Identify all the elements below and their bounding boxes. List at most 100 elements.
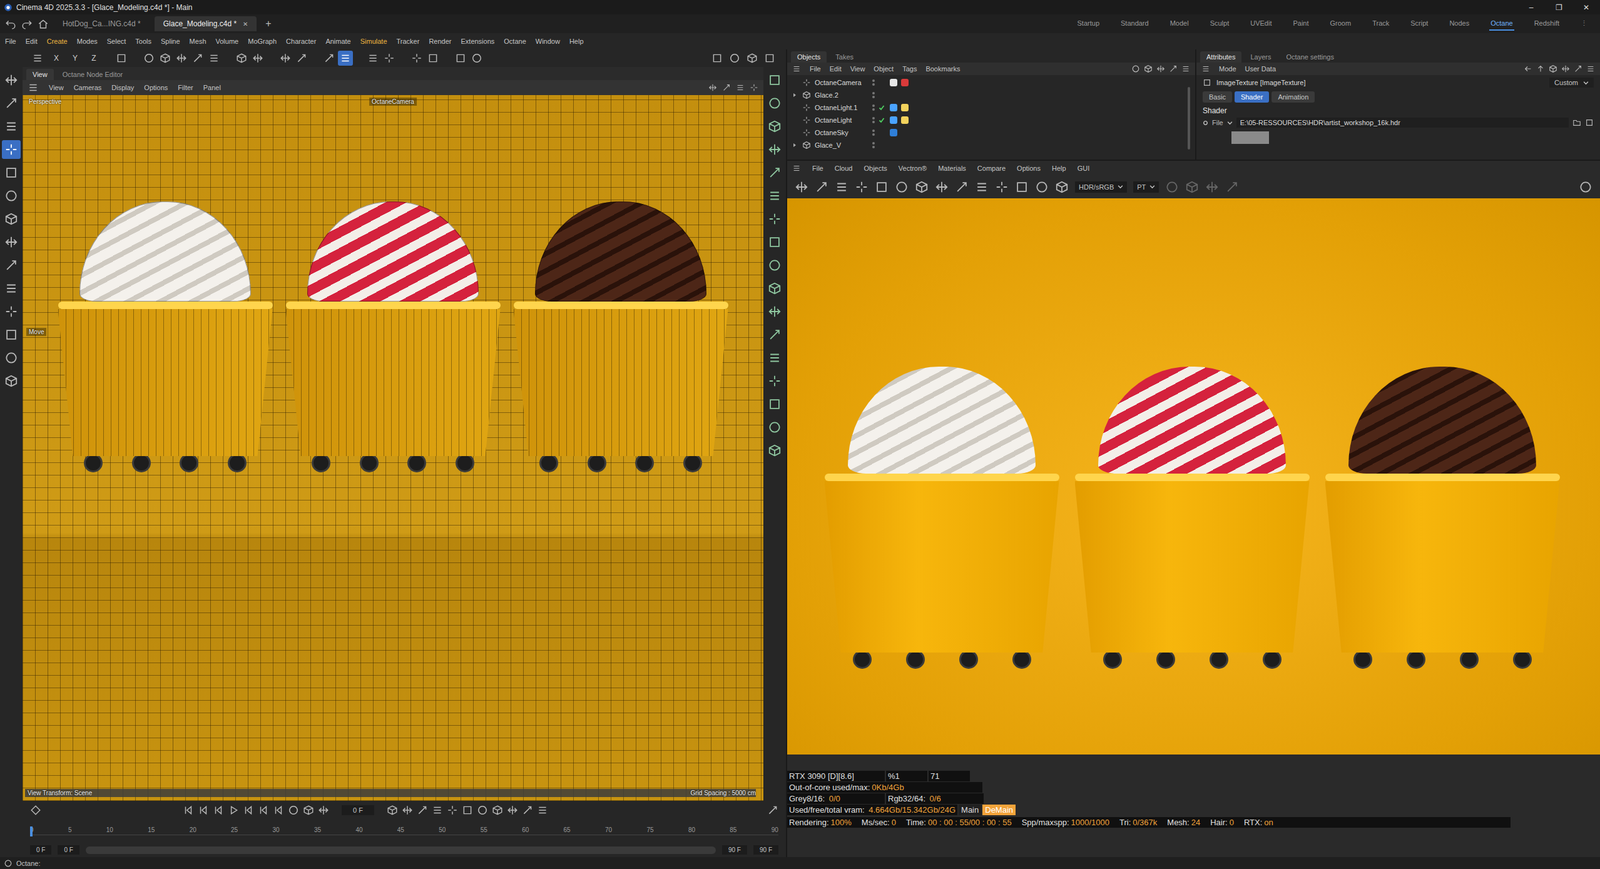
visibility-toggle[interactable] — [872, 129, 875, 136]
panel-tab[interactable]: Octane settings — [1280, 51, 1341, 63]
color-space-dropdown[interactable]: HDR/sRGB — [1075, 181, 1127, 193]
toolbar-button[interactable] — [365, 50, 381, 66]
layout-more-button[interactable]: ⋮ — [1579, 16, 1589, 31]
viewport-canvas[interactable]: PerspectiveOctaneCameraMoveView Transfor… — [22, 95, 764, 801]
menu-item[interactable]: Help — [569, 37, 584, 46]
octane-logo-icon[interactable] — [1578, 180, 1593, 194]
home-icon[interactable] — [37, 18, 49, 30]
layout-tab[interactable]: Sculpt — [1208, 16, 1231, 31]
visibility-toggle[interactable] — [872, 104, 875, 111]
menu-item[interactable]: MoGraph — [247, 37, 277, 46]
tool-button[interactable] — [1, 93, 21, 113]
viewer-tool-icon[interactable] — [834, 180, 849, 194]
object-tag[interactable] — [901, 116, 909, 124]
attribute-tool-icon[interactable] — [1561, 64, 1570, 74]
navigate-icon[interactable] — [708, 83, 718, 92]
viewer-menu-item[interactable]: File — [812, 164, 824, 173]
tool-button[interactable] — [1, 163, 21, 183]
toolbar-button[interactable] — [206, 50, 222, 66]
viewport-tab[interactable]: Octane Node Editor — [56, 68, 130, 81]
current-frame-field[interactable]: 0 F — [341, 805, 375, 816]
transport-icon[interactable] — [197, 804, 209, 816]
active-camera-label[interactable]: OctaneCamera — [369, 97, 417, 106]
tool-button[interactable] — [1, 70, 21, 90]
viewer-tool-icon[interactable] — [914, 180, 929, 194]
menu-item[interactable]: Octane — [503, 37, 526, 46]
viewer-tool-icon[interactable] — [1185, 180, 1199, 194]
viewer-tool-icon[interactable] — [814, 180, 829, 194]
panel-tab[interactable]: Attributes — [1200, 51, 1242, 63]
menu-item[interactable]: Tools — [135, 37, 152, 46]
axis-lock-button[interactable]: X — [48, 53, 64, 63]
octane-tool-button[interactable] — [765, 186, 785, 206]
toolbar-button[interactable] — [709, 50, 725, 66]
ice-cream-model[interactable] — [513, 201, 729, 473]
panel-menu-item[interactable]: Object — [873, 65, 894, 73]
octane-tool-button[interactable] — [765, 117, 785, 136]
octane-tool-button[interactable] — [765, 93, 785, 113]
object-name[interactable]: Glace.2 — [814, 91, 869, 99]
object-tag[interactable] — [889, 116, 898, 124]
viewport-menu-item[interactable]: Filter — [177, 83, 193, 92]
menu-item[interactable]: Animate — [325, 37, 351, 46]
panel-menu-item[interactable]: File — [809, 65, 821, 73]
preset-dropdown[interactable]: Custom — [1549, 77, 1594, 88]
enabled-check-icon[interactable] — [878, 117, 885, 124]
viewer-tool-icon[interactable] — [874, 180, 889, 194]
octane-tool-button[interactable] — [765, 348, 785, 368]
viewer-tool-icon[interactable] — [1054, 180, 1069, 194]
search-filter-icon[interactable] — [1181, 64, 1191, 74]
layout-tab[interactable]: Octane — [1489, 16, 1514, 31]
toolbar-button[interactable] — [469, 50, 485, 66]
toolbar-button[interactable] — [727, 50, 743, 66]
keyframe-icon[interactable] — [30, 804, 42, 816]
layout-tab[interactable]: Startup — [1076, 16, 1101, 31]
layout-tab[interactable]: Nodes — [1447, 16, 1471, 31]
toolbar-button[interactable] — [157, 50, 173, 66]
viewer-menu-item[interactable]: Vectron® — [898, 164, 927, 173]
loop-icon[interactable] — [317, 804, 330, 816]
window-control[interactable]: ❐ — [1544, 3, 1573, 12]
object-row[interactable]: OctaneSky — [792, 126, 1182, 139]
toolbar-button[interactable] — [381, 50, 397, 66]
expand-arrow-icon[interactable] — [792, 92, 798, 98]
document-tab[interactable]: Glace_Modeling.c4d *✕ — [154, 16, 257, 32]
viewport-menu-item[interactable]: Panel — [203, 83, 221, 92]
object-name[interactable]: OctaneLight.1 — [814, 103, 869, 112]
playhead[interactable] — [30, 826, 33, 837]
dropdown-arrow-icon[interactable] — [1227, 120, 1233, 126]
transport-icon[interactable] — [257, 804, 270, 816]
octane-tool-button[interactable] — [765, 255, 785, 275]
layout-tab[interactable]: Paint — [1291, 16, 1310, 31]
octane-tool-button[interactable] — [765, 371, 785, 391]
viewer-tool-icon[interactable] — [894, 180, 909, 194]
layout-tab[interactable]: Track — [1370, 16, 1391, 31]
window-control[interactable]: – — [1517, 3, 1545, 12]
loop-icon[interactable] — [302, 804, 315, 816]
viewer-tool-icon[interactable] — [954, 180, 969, 194]
menu-item[interactable]: Spline — [160, 37, 181, 46]
max-frame-field[interactable]: 90 F — [722, 845, 748, 855]
viewport-tab[interactable]: View — [26, 68, 54, 81]
key-icon[interactable] — [401, 804, 413, 816]
hamburger-icon[interactable] — [792, 163, 801, 173]
panel-menu-item[interactable]: User Data — [1245, 65, 1277, 73]
toolbar-button[interactable] — [409, 50, 425, 66]
viewer-tool-icon[interactable] — [1205, 180, 1219, 194]
attribute-tool-icon[interactable] — [1573, 64, 1583, 74]
enabled-check-icon[interactable] — [878, 104, 885, 111]
tool-button[interactable] — [1, 232, 21, 252]
octane-tool-button[interactable] — [765, 232, 785, 252]
object-row[interactable]: Glace.2 — [792, 88, 1182, 102]
expand-icon[interactable] — [767, 804, 779, 816]
min-frame-field[interactable]: 0 F — [57, 845, 79, 855]
add-tab-button[interactable]: + — [261, 18, 275, 30]
kernel-dropdown[interactable]: PT — [1133, 181, 1159, 193]
toolbar-button[interactable] — [425, 50, 441, 66]
window-control[interactable]: ✕ — [1572, 3, 1600, 12]
viewer-tool-icon[interactable] — [794, 180, 809, 194]
tool-button[interactable] — [1, 279, 21, 298]
viewport-menu-item[interactable]: View — [48, 83, 64, 92]
layout-tab[interactable]: Script — [1409, 16, 1430, 31]
viewer-menu-item[interactable]: Objects — [863, 164, 887, 173]
